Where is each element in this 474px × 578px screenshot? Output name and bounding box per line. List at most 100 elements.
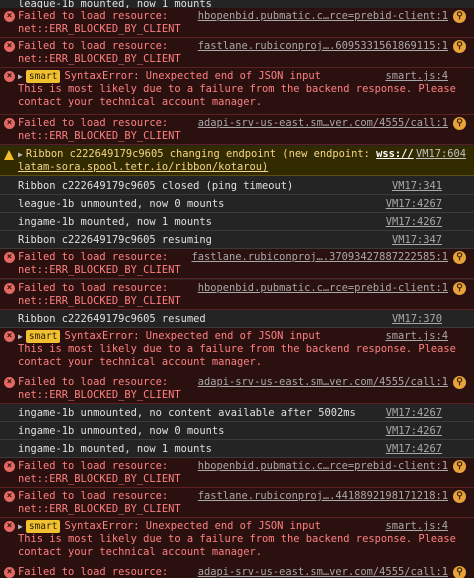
message-line: latam-sora.spool.tetr.io/ribbon/kotarou)	[18, 161, 470, 174]
source-link[interactable]: adapi-srv-us-east.sm…ver.com/4555/call:1	[194, 566, 448, 578]
source-link[interactable]: hbopenbid.pubmatic.c…rce=prebid-client:1	[194, 10, 448, 23]
source-link[interactable]: smart.js:4	[381, 520, 448, 533]
console-message-error[interactable]: × ▶ smart SyntaxError: Unexpected end of JS…	[0, 328, 474, 375]
message-text: Failed to load resource:	[18, 460, 169, 472]
extension-icon[interactable]: ⚲	[453, 460, 466, 473]
message-line: net::ERR_BLOCKED_BY_CLIENT	[18, 295, 470, 308]
error-icon: ×	[4, 11, 15, 22]
source-link[interactable]: fastlane.rubiconproj….4418892198171218:1	[194, 490, 448, 503]
console-message-error[interactable]: × Failed to load resource: adapi-srv-us-ea…	[0, 115, 474, 145]
console-message-info[interactable]: ingame-1b unmounted, no content availabl…	[0, 404, 474, 422]
source-link[interactable]: VM17:347	[388, 234, 442, 247]
message-text: contact your technical account manager.	[18, 96, 262, 108]
console-message-info[interactable]: ingame-1b mounted, now 1 mounts VM17:4267	[0, 440, 474, 458]
message-line: Failed to load resource: fastlane.rubicon…	[18, 40, 470, 53]
console-message-error[interactable]: × Failed to load resource: hbopenbid.pubma…	[0, 458, 474, 488]
source-link[interactable]: smart.js:4	[381, 330, 448, 343]
message-text: Failed to load resource:	[18, 282, 169, 294]
extension-icon[interactable]: ⚲	[453, 490, 466, 503]
message-text: SyntaxError: Unexpected end of JSON inpu…	[64, 70, 321, 82]
expand-arrow-icon[interactable]: ▶	[18, 150, 23, 159]
expand-arrow-icon[interactable]: ▶	[18, 332, 23, 341]
message-line: ingame-1b mounted, now 1 mounts VM17:4267	[18, 216, 470, 229]
error-icon: ×	[4, 283, 15, 294]
message-text: Ribbon c222649179c9605 resumed	[18, 313, 206, 325]
source-link[interactable]: smart.js:4	[381, 70, 448, 83]
console-message-info[interactable]: ingame-1b unmounted, now 0 mounts VM17:42…	[0, 422, 474, 440]
message-text: Ribbon c222649179c9605 changing endpoint…	[25, 148, 377, 160]
message-text: Failed to load resource:	[18, 490, 169, 502]
source-link[interactable]: fastlane.rubiconproj….6095331561869115:1	[194, 40, 448, 53]
console-message-error[interactable]: × Failed to load resource: fastlane.rubico…	[0, 488, 474, 518]
message-text: net::ERR_BLOCKED_BY_CLIENT	[18, 53, 181, 65]
message-text: net::ERR_BLOCKED_BY_CLIENT	[18, 295, 181, 307]
console-message-warning[interactable]: ▶ Ribbon c222649179c9605 changing endpoin…	[0, 146, 474, 176]
expand-arrow-icon[interactable]: ▶	[18, 72, 23, 81]
console-message-error[interactable]: × ▶ smart SyntaxError: Unexpected end of JS…	[0, 518, 474, 565]
console-message-info[interactable]: ingame-1b mounted, now 1 mounts VM17:4267	[0, 213, 474, 231]
console-message-error[interactable]: × Failed to load resource: adapi-srv-us-ea…	[0, 374, 474, 404]
message-text: ingame-1b unmounted, no content availabl…	[18, 407, 356, 419]
message-line: This is most likely due to a failure fro…	[18, 83, 470, 96]
source-link[interactable]: VM17:4267	[382, 425, 442, 438]
message-line: ingame-1b unmounted, no content availabl…	[18, 407, 470, 420]
source-link[interactable]: hbopenbid.pubmatic.c…rce=prebid-client:1	[194, 282, 448, 295]
source-link[interactable]: VM17:4267	[382, 216, 442, 229]
console-message-info[interactable]: Ribbon c222649179c9605 resumed VM17:370	[0, 310, 474, 328]
message-line: contact your technical account manager.	[18, 96, 470, 109]
context-badge: smart	[25, 520, 61, 533]
source-link[interactable]: fastlane.rubiconproj….37093427887222585:…	[188, 251, 448, 264]
message-line: ▶ smart SyntaxError: Unexpected end of JSO…	[18, 520, 470, 533]
message-text: contact your technical account manager.	[18, 356, 262, 368]
message-line: net::ERR_BLOCKED_BY_CLIENT	[18, 264, 470, 277]
source-link[interactable]: VM17:4267	[382, 443, 442, 456]
message-text: Failed to load resource:	[18, 117, 169, 129]
source-link[interactable]: VM17:341	[388, 180, 442, 193]
message-text: contact your technical account manager.	[18, 546, 262, 558]
message-line: net::ERR_BLOCKED_BY_CLIENT	[18, 53, 470, 66]
source-link[interactable]: adapi-srv-us-east.sm…ver.com/4555/call:1	[194, 117, 448, 130]
extension-icon[interactable]: ⚲	[453, 40, 466, 53]
error-icon: ×	[4, 377, 15, 388]
extension-icon[interactable]: ⚲	[453, 10, 466, 23]
source-link[interactable]: VM17:4267	[382, 198, 442, 211]
source-link[interactable]: hbopenbid.pubmatic.c…rce=prebid-client:1	[194, 460, 448, 473]
console-message-info[interactable]: Ribbon c222649179c9605 resuming VM17:347	[0, 231, 474, 249]
error-icon: ×	[4, 252, 15, 263]
extension-icon[interactable]: ⚲	[453, 117, 466, 130]
console-message-error[interactable]: × ▶ smart SyntaxError: Unexpected end of JS…	[0, 68, 474, 115]
source-link[interactable]: adapi-srv-us-east.sm…ver.com/4555/call:1	[194, 376, 448, 389]
message-line: net::ERR_BLOCKED_BY_CLIENT	[18, 389, 470, 402]
message-line: Failed to load resource: fastlane.rubicon…	[18, 251, 470, 264]
message-text: Ribbon c222649179c9605 closed (ping time…	[18, 180, 294, 192]
message-line: contact your technical account manager.	[18, 356, 470, 369]
source-link[interactable]: VM17:604	[412, 148, 466, 161]
error-icon: ×	[4, 41, 15, 52]
extension-icon[interactable]: ⚲	[453, 251, 466, 264]
console-message-error[interactable]: × Failed to load resource: hbopenbid.pubma…	[0, 280, 474, 310]
console-message-error[interactable]: × Failed to load resource: fastlane.rubico…	[0, 249, 474, 279]
endpoint-link[interactable]: wss://	[376, 148, 414, 160]
message-line: Ribbon c222649179c9605 resuming VM17:347	[18, 234, 470, 247]
error-icon: ×	[4, 331, 15, 342]
message-line: net::ERR_BLOCKED_BY_CLIENT	[18, 23, 470, 36]
message-text: net::ERR_BLOCKED_BY_CLIENT	[18, 264, 181, 276]
message-text: Failed to load resource:	[18, 40, 169, 52]
console-message-info[interactable]: Ribbon c222649179c9605 closed (ping time…	[0, 177, 474, 195]
message-text: Failed to load resource:	[18, 10, 169, 22]
extension-icon[interactable]: ⚲	[453, 566, 466, 578]
message-text: Ribbon c222649179c9605 resuming	[18, 234, 212, 246]
console-message-error[interactable]: × Failed to load resource: adapi-srv-us-ea…	[0, 564, 474, 578]
extension-icon[interactable]: ⚲	[453, 282, 466, 295]
extension-icon[interactable]: ⚲	[453, 376, 466, 389]
message-line: ▶ smart SyntaxError: Unexpected end of JSO…	[18, 70, 470, 83]
message-text[interactable]: latam-sora.spool.tetr.io/ribbon/kotarou)	[18, 161, 268, 173]
error-icon: ×	[4, 461, 15, 472]
source-link[interactable]: VM17:4267	[382, 407, 442, 420]
expand-arrow-icon[interactable]: ▶	[18, 522, 23, 531]
console-message-error[interactable]: × Failed to load resource: hbopenbid.pubma…	[0, 8, 474, 38]
source-link[interactable]: VM17:370	[388, 313, 442, 326]
console-message-info[interactable]: league-1b unmounted, now 0 mounts VM17:42…	[0, 195, 474, 213]
message-line: ingame-1b mounted, now 1 mounts VM17:4267	[18, 443, 470, 456]
console-message-error[interactable]: × Failed to load resource: fastlane.rubico…	[0, 38, 474, 68]
